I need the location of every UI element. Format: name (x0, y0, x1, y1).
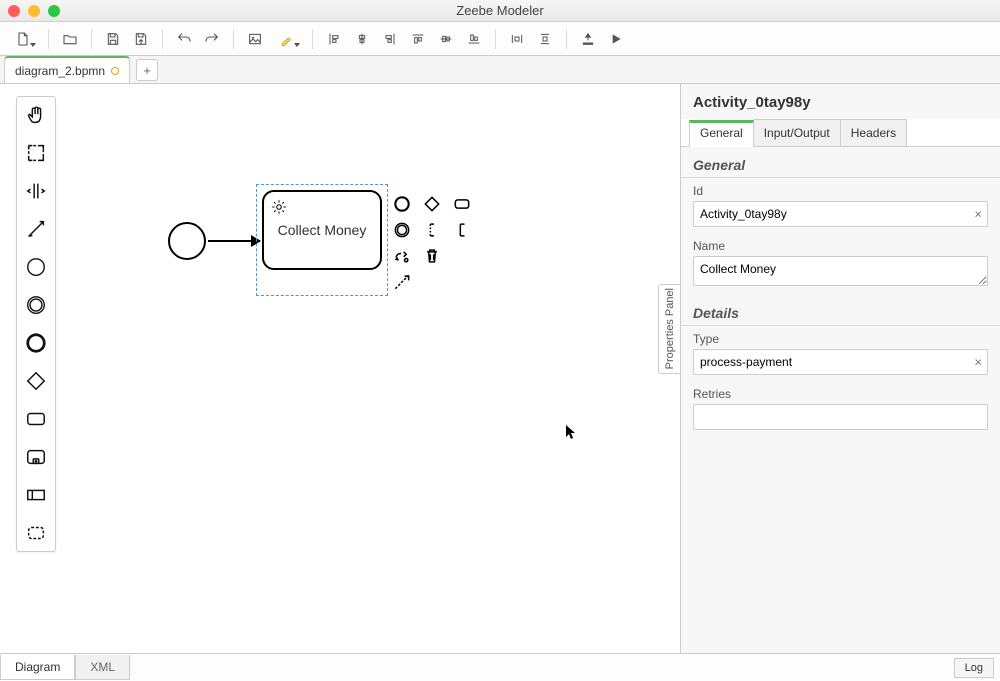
delete-button[interactable] (420, 244, 444, 268)
align-center-h-button[interactable] (351, 28, 373, 50)
file-tab-active[interactable]: diagram_2.bpmn (4, 56, 130, 83)
service-task-gear-icon (270, 198, 288, 219)
redo-button[interactable] (201, 28, 223, 50)
align-left-button[interactable] (323, 28, 345, 50)
save-button[interactable] (102, 28, 124, 50)
append-end-event-button[interactable] (390, 192, 414, 216)
align-bottom-button[interactable] (463, 28, 485, 50)
distribute-v-button[interactable] (534, 28, 556, 50)
pool-tool[interactable] (24, 483, 48, 507)
properties-element-title: Activity_0tay98y (693, 94, 988, 111)
connect-button[interactable] (390, 270, 414, 294)
append-intermediate-event-button[interactable] (390, 218, 414, 242)
properties-tabs: General Input/Output Headers (681, 119, 1000, 147)
group-tool[interactable] (24, 521, 48, 545)
type-clear-button[interactable]: × (974, 355, 982, 370)
space-tool[interactable] (24, 179, 48, 203)
bottom-tab-diagram[interactable]: Diagram (0, 655, 75, 680)
hand-tool[interactable] (24, 103, 48, 127)
log-toggle-button[interactable]: Log (954, 658, 994, 678)
type-field-input[interactable] (693, 349, 988, 375)
window-minimize-button[interactable] (28, 5, 40, 17)
append-task-button[interactable] (450, 192, 474, 216)
global-connect-tool[interactable] (24, 217, 48, 241)
deploy-button[interactable] (577, 28, 599, 50)
annotation-button[interactable] (420, 218, 444, 242)
id-clear-button[interactable]: × (974, 207, 982, 222)
mouse-cursor-icon (565, 424, 577, 443)
window-zoom-button[interactable] (48, 5, 60, 17)
properties-tab-headers[interactable]: Headers (840, 119, 907, 146)
id-field-input[interactable] (693, 201, 988, 227)
add-tab-button[interactable]: + (136, 59, 158, 81)
file-dirty-indicator-icon (111, 67, 119, 75)
file-tab-label: diagram_2.bpmn (15, 64, 105, 78)
window-titlebar: Zeebe Modeler (0, 0, 1000, 22)
task-tool[interactable] (24, 407, 48, 431)
retries-field-input[interactable] (693, 404, 988, 430)
intermediate-event-tool[interactable] (24, 293, 48, 317)
context-pad (390, 192, 478, 294)
properties-tab-general[interactable]: General (689, 120, 754, 147)
subprocess-tool[interactable] (24, 445, 48, 469)
element-palette (16, 96, 56, 552)
color-picker-button[interactable] (272, 28, 302, 50)
properties-panel: Activity_0tay98y General Input/Output He… (680, 84, 1000, 653)
window-close-button[interactable] (8, 5, 20, 17)
id-field-label: Id (693, 184, 988, 198)
service-task-node[interactable]: Collect Money (262, 190, 382, 270)
run-button[interactable] (605, 28, 627, 50)
window-title: Zeebe Modeler (456, 3, 543, 18)
end-event-tool[interactable] (24, 331, 48, 355)
undo-button[interactable] (173, 28, 195, 50)
image-export-button[interactable] (244, 28, 266, 50)
retries-field-label: Retries (693, 387, 988, 401)
editor-area: Collect Money Activity_0tay98y General I… (0, 84, 1000, 653)
properties-group-details: Details (681, 295, 1000, 326)
properties-panel-toggle-label: Properties Panel (664, 288, 676, 369)
properties-panel-toggle[interactable]: Properties Panel (658, 284, 680, 374)
bottom-bar: Diagram XML Log (0, 653, 1000, 681)
start-event-node[interactable] (168, 222, 206, 260)
task-label: Collect Money (278, 222, 367, 238)
name-field-input[interactable] (693, 256, 988, 286)
properties-tab-input-output[interactable]: Input/Output (753, 119, 841, 146)
new-file-button[interactable] (8, 28, 38, 50)
main-toolbar (0, 22, 1000, 56)
sequence-flow[interactable] (208, 240, 260, 242)
save-as-button[interactable] (130, 28, 152, 50)
gateway-tool[interactable] (24, 369, 48, 393)
append-gateway-button[interactable] (420, 192, 444, 216)
file-tabs: diagram_2.bpmn + (0, 56, 1000, 84)
open-file-button[interactable] (59, 28, 81, 50)
name-field-label: Name (693, 239, 988, 253)
type-field-label: Type (693, 332, 988, 346)
start-event-tool[interactable] (24, 255, 48, 279)
change-type-button[interactable] (390, 244, 414, 268)
text-annotation-button[interactable] (450, 218, 474, 242)
distribute-h-button[interactable] (506, 28, 528, 50)
align-top-button[interactable] (407, 28, 429, 50)
lasso-tool[interactable] (24, 141, 48, 165)
bottom-tab-xml[interactable]: XML (75, 655, 130, 680)
properties-group-general: General (681, 147, 1000, 178)
align-right-button[interactable] (379, 28, 401, 50)
align-center-v-button[interactable] (435, 28, 457, 50)
